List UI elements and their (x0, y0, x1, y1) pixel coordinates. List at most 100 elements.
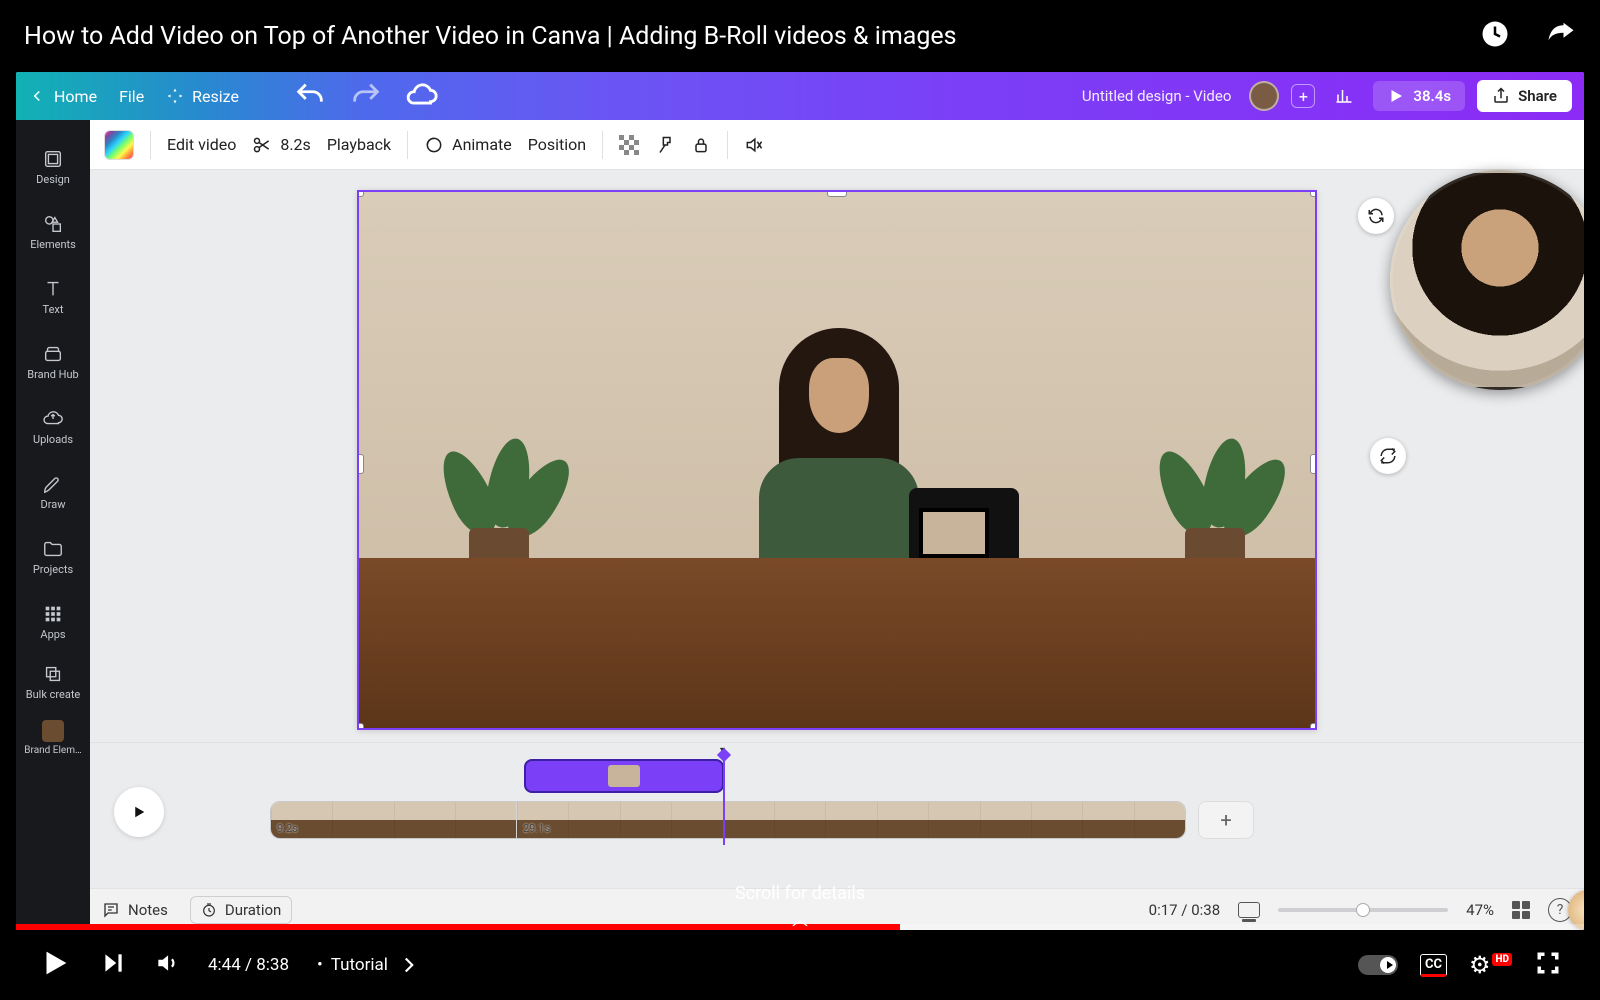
replace-media-button[interactable] (1358, 198, 1394, 234)
duration-button[interactable]: Duration (190, 896, 292, 924)
rail-label: Design (36, 173, 70, 186)
transparency-icon[interactable] (619, 135, 639, 155)
rail-label: Text (43, 303, 64, 316)
rail-label: Uploads (33, 433, 73, 446)
share-button[interactable]: Share (1477, 80, 1572, 112)
zoom-value: 47% (1466, 901, 1494, 919)
volume-button[interactable] (154, 950, 180, 981)
watch-later-icon[interactable] (1480, 19, 1510, 53)
resize-handle[interactable] (1310, 723, 1317, 730)
clip-duration-label: 9.2s (277, 822, 298, 835)
document-title[interactable]: Untitled design - Video (1082, 87, 1232, 105)
captions-button[interactable]: CC (1420, 954, 1447, 977)
canva-editor-window: Home File Resize Untitled design - Video (16, 72, 1584, 930)
user-avatar[interactable] (1249, 81, 1279, 111)
chapter-label: Tutorial (331, 955, 388, 975)
rail-uploads[interactable]: Uploads (16, 394, 90, 459)
playback-button[interactable]: Playback (327, 135, 391, 154)
youtube-title-bar: How to Add Video on Top of Another Video… (0, 0, 1600, 72)
timeline-playhead[interactable] (723, 753, 725, 845)
file-label: File (119, 87, 144, 106)
resize-handle[interactable] (357, 190, 364, 197)
chapter-button[interactable]: • Tutorial (317, 952, 422, 978)
zoom-slider[interactable] (1278, 908, 1448, 912)
edit-video-button[interactable]: Edit video (167, 135, 236, 154)
rail-label: Brand Hub (27, 368, 78, 381)
zoom-handle[interactable] (1356, 903, 1370, 917)
resize-handle[interactable] (357, 723, 364, 730)
exit-fullscreen-button[interactable] (1534, 949, 1562, 982)
overlay-clip-thumb (608, 765, 640, 787)
total-duration: 8:38 (256, 955, 289, 975)
left-rail: Design Elements Text Brand Hub Uploads D… (16, 120, 90, 930)
autoplay-toggle[interactable] (1358, 955, 1398, 975)
play-button[interactable] (38, 946, 72, 985)
rail-projects[interactable]: Projects (16, 524, 90, 589)
plant-decoration (1155, 358, 1275, 578)
position-button[interactable]: Position (528, 135, 586, 154)
analytics-icon[interactable] (1327, 79, 1361, 113)
notes-label: Notes (128, 901, 168, 919)
time-display: 4:44 / 8:38 (208, 955, 289, 975)
resize-handle[interactable] (1310, 190, 1317, 197)
copy-style-icon[interactable] (655, 135, 675, 155)
play-duration: 38.4s (1413, 87, 1451, 105)
rail-label: Brand Elem… (24, 745, 81, 756)
share-icon[interactable] (1546, 19, 1576, 53)
brand-swatch-icon (42, 720, 64, 742)
file-menu[interactable]: File (119, 87, 144, 106)
animate-label: Animate (452, 135, 512, 154)
add-page-button[interactable]: + (1198, 801, 1254, 839)
add-collaborator-button[interactable]: + (1291, 84, 1315, 108)
scissors-trim[interactable]: 8.2s (252, 135, 310, 155)
timeline-clip-1[interactable]: 9.2s (271, 802, 517, 838)
rail-apps[interactable]: Apps (16, 589, 90, 654)
rail-label: Draw (41, 498, 66, 511)
overlay-clip-track[interactable] (524, 759, 724, 793)
rail-bulk-create[interactable]: Bulk create (16, 654, 90, 710)
trim-duration: 8.2s (280, 135, 310, 154)
canva-header: Home File Resize Untitled design - Video (16, 72, 1584, 120)
animate-button[interactable]: Animate (424, 135, 512, 155)
home-button[interactable]: Home (28, 87, 97, 106)
thumbnail-view-icon[interactable] (1238, 902, 1260, 918)
home-label: Home (54, 87, 97, 106)
main-video-track[interactable]: 9.2s 29.1s (270, 801, 1186, 839)
plant-decoration (439, 358, 559, 578)
current-time: 4:44 (208, 955, 241, 975)
notes-button[interactable]: Notes (102, 901, 168, 919)
redo-button[interactable] (349, 79, 383, 113)
color-picker-swatch[interactable] (104, 130, 134, 160)
resize-menu[interactable]: Resize (166, 87, 239, 106)
rail-brand-elements[interactable]: Brand Elem… (16, 710, 90, 766)
resize-handle[interactable] (827, 190, 847, 197)
rail-label: Elements (30, 238, 76, 251)
timeline-play-button[interactable] (114, 787, 164, 837)
timeline-clip-2[interactable]: 29.1s (517, 802, 1185, 838)
clip-duration-label: 29.1s (523, 822, 550, 835)
rail-elements[interactable]: Elements (16, 199, 90, 264)
present-play-button[interactable]: 38.4s (1373, 81, 1465, 111)
desk-surface (359, 558, 1315, 728)
context-toolbar: Edit video 8.2s Playback Animate Positio… (90, 120, 1584, 170)
video-title: How to Add Video on Top of Another Video… (24, 22, 1480, 51)
resize-handle[interactable] (1310, 454, 1317, 474)
selected-video-clip[interactable] (357, 190, 1317, 730)
rail-draw[interactable]: Draw (16, 459, 90, 524)
resize-handle[interactable] (357, 454, 364, 474)
rail-text[interactable]: Text (16, 264, 90, 329)
mute-icon[interactable] (744, 135, 764, 155)
resize-label: Resize (192, 87, 239, 106)
share-label: Share (1518, 87, 1557, 105)
grid-view-icon[interactable] (1512, 901, 1530, 919)
settings-button[interactable]: ⚙HD (1469, 951, 1512, 979)
cloud-sync-icon[interactable] (405, 79, 439, 113)
rail-design[interactable]: Design (16, 134, 90, 199)
next-button[interactable] (100, 950, 126, 981)
duration-label: Duration (225, 901, 281, 919)
timeline-panel: ▾ 9.2s 29.1s + Note (90, 742, 1584, 930)
undo-button[interactable] (293, 79, 327, 113)
lock-icon[interactable] (691, 135, 711, 155)
rail-brand-hub[interactable]: Brand Hub (16, 329, 90, 394)
sync-button[interactable] (1370, 438, 1406, 474)
